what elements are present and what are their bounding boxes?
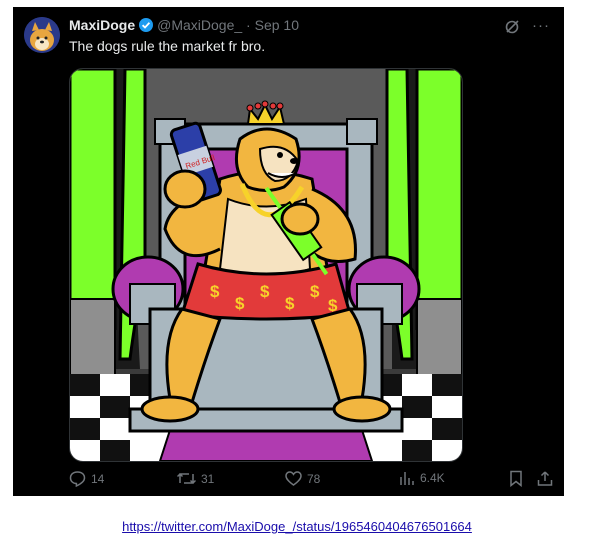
tweet-actions: 14 31 78 6.4K [69,470,554,490]
avatar[interactable] [24,17,60,53]
more-options-icon[interactable]: ··· [532,17,550,34]
svg-text:$: $ [210,282,220,301]
like-button[interactable]: 78 [285,470,320,487]
grok-icon[interactable] [504,19,520,38]
reply-count: 14 [91,471,105,486]
svg-text:$: $ [260,282,270,301]
tweet-source-link[interactable]: https://twitter.com/MaxiDoge_/status/196… [0,519,594,534]
repost-icon [177,470,196,487]
like-count: 78 [307,471,321,486]
tweet-image[interactable]: $ $ $ $ $ $ Red Bull [69,68,463,462]
repost-button[interactable]: 31 [177,470,214,487]
svg-text:$: $ [235,294,245,313]
separator-dot: · [246,17,251,33]
views-button[interactable]: 6.4K [399,470,445,486]
tweet-card[interactable]: MaxiDoge @MaxiDoge_ · Sep 10 ··· The dogs… [13,7,564,496]
reply-icon [69,470,86,487]
repost-count: 31 [201,471,215,486]
post-date[interactable]: Sep 10 [255,17,299,33]
tweet-text: The dogs rule the market fr bro. [69,38,266,54]
display-name[interactable]: MaxiDoge [69,17,135,33]
heart-icon [285,470,302,487]
view-count: 6.4K [420,471,445,485]
tweet-header: MaxiDoge @MaxiDoge_ · Sep 10 ··· [69,17,550,37]
svg-text:$: $ [310,282,320,301]
reply-button[interactable]: 14 [69,470,104,487]
verified-badge-icon [138,17,154,36]
bookmark-icon [509,470,523,487]
doge-throne-illustration: $$$$$$ Red Bull [70,69,462,461]
bookmark-button[interactable] [509,470,523,487]
analytics-icon [399,470,415,486]
share-icon [537,470,553,487]
share-button[interactable] [537,470,553,487]
svg-text:$: $ [285,294,295,313]
handle[interactable]: @MaxiDoge_ [157,17,242,33]
